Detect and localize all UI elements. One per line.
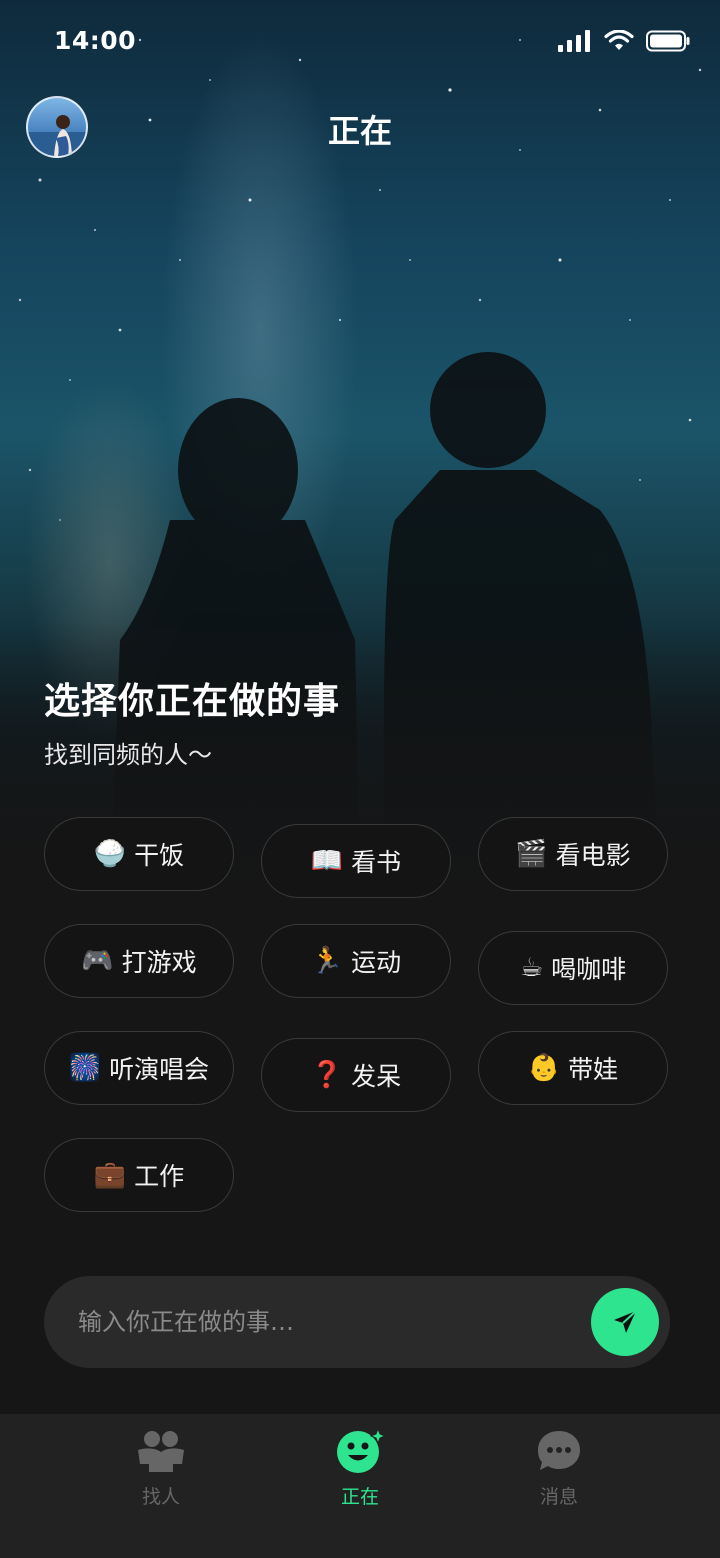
smiley-icon	[337, 1427, 387, 1473]
activity-label: 工作	[134, 1162, 185, 1191]
game-controller-icon: 🎮	[81, 946, 114, 976]
cellular-signal-icon	[558, 30, 590, 52]
activity-input-bar	[44, 1276, 670, 1368]
battery-icon	[646, 30, 690, 52]
activity-chip-dayouxi[interactable]: 🎮 打游戏	[44, 924, 234, 998]
activity-chip-hekafei[interactable]: ☕ 喝咖啡	[478, 931, 668, 1005]
activity-chip-tingyanchanghui[interactable]: 🎆 听演唱会	[44, 1031, 234, 1105]
chat-icon	[538, 1431, 580, 1470]
book-icon: 📖	[310, 846, 344, 876]
tab-find-people[interactable]: 找人	[91, 1428, 231, 1509]
question-mark-icon: ❓	[310, 1060, 344, 1090]
activity-chip-kandianying[interactable]: 🎬 看电影	[478, 817, 668, 891]
activity-chip-fadai[interactable]: ❓ 发呆	[261, 1038, 451, 1112]
activity-label: 干饭	[134, 841, 185, 870]
activity-label: 听演唱会	[109, 1055, 210, 1084]
activity-label: 看电影	[555, 841, 631, 870]
activity-label: 看书	[351, 848, 402, 877]
wifi-icon	[604, 30, 634, 50]
rice-icon: 🍚	[93, 839, 127, 869]
status-time: 14:00	[54, 26, 137, 55]
activity-chip-yundong[interactable]: 🏃 运动	[261, 924, 451, 998]
tab-label: 找人	[141, 1486, 180, 1508]
send-button[interactable]	[591, 1288, 659, 1356]
status-icons	[558, 30, 690, 52]
runner-icon: 🏃	[310, 946, 344, 976]
activity-label: 喝咖啡	[551, 955, 627, 984]
tab-now[interactable]: 正在	[290, 1427, 430, 1509]
activity-label: 带娃	[568, 1055, 619, 1084]
activity-chip-gongzuo[interactable]: 💼 工作	[44, 1138, 234, 1212]
hero-headline: 选择你正在做的事	[44, 681, 341, 722]
activity-chip-kanshu[interactable]: 📖 看书	[261, 824, 451, 898]
briefcase-icon: 💼	[93, 1160, 127, 1190]
fireworks-icon: 🎆	[68, 1053, 102, 1083]
activity-chip-ganfan[interactable]: 🍚 干饭	[44, 817, 234, 891]
coffee-icon: ☕	[519, 953, 544, 983]
people-icon	[138, 1431, 184, 1472]
send-arrow-icon	[614, 1310, 637, 1333]
activity-label: 运动	[351, 948, 402, 977]
baby-icon: 👶	[527, 1053, 561, 1083]
activity-label: 打游戏	[121, 948, 197, 977]
activity-chip-daiwa[interactable]: 👶 带娃	[478, 1031, 668, 1105]
clapper-board-icon: 🎬	[515, 839, 548, 869]
tab-bar: 找人 正在 消息	[0, 1414, 720, 1558]
page-title: 正在	[327, 112, 392, 150]
hero-subline: 找到同频的人～	[44, 741, 212, 769]
tab-messages[interactable]: 消息	[489, 1428, 629, 1509]
tab-label: 消息	[539, 1486, 578, 1508]
activity-input[interactable]	[76, 1307, 670, 1337]
activity-label: 发呆	[351, 1062, 402, 1091]
tab-label: 正在	[340, 1486, 379, 1508]
